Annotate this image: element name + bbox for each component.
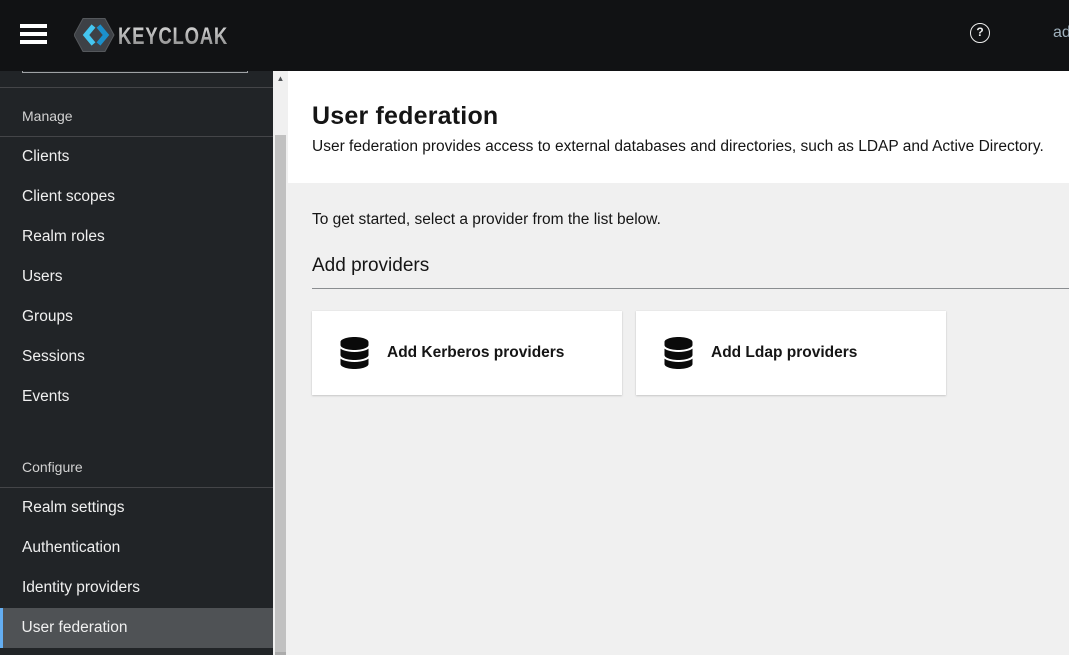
sidebar-item-realm-settings[interactable]: Realm settings [0,488,273,528]
sidebar-item-clients[interactable]: Clients [0,137,273,177]
scrollbar-thumb[interactable] [275,135,286,655]
nav-section-configure: Configure [0,439,273,488]
sidebar-item-authentication[interactable]: Authentication [0,528,273,568]
add-providers-heading: Add providers [312,255,430,276]
provider-cards: Add Kerberos providers Add Ldap provider… [312,311,1069,395]
keycloak-logo[interactable]: KEYCLOAK [74,15,230,55]
nav-section-manage: Manage [0,88,273,137]
sidebar-item-user-federation[interactable]: User federation [0,608,273,648]
help-icon[interactable]: ? [970,23,990,43]
sidebar-item-identity-providers[interactable]: Identity providers [0,568,273,608]
sidebar-item-realm-roles[interactable]: Realm roles [0,217,273,257]
sidebar-item-groups[interactable]: Groups [0,297,273,337]
realm-selector[interactable] [0,71,273,88]
hamburger-menu-icon[interactable] [20,24,47,44]
sidebar-scrollbar[interactable]: ▲ [273,71,288,655]
page-header: User federation User federation provides… [288,71,1069,183]
realm-selector-border [22,71,248,73]
main-content: User federation User federation provides… [288,71,1069,655]
database-icon [340,337,369,369]
add-kerberos-card[interactable]: Add Kerberos providers [312,311,622,395]
page-content: To get started, select a provider from t… [288,183,1069,655]
scroll-up-icon[interactable]: ▲ [273,71,288,87]
sidebar-item-sessions[interactable]: Sessions [0,337,273,377]
database-icon [664,337,693,369]
card-label: Add Kerberos providers [387,344,565,361]
svg-text:KEYCLOAK: KEYCLOAK [118,23,228,50]
card-label: Add Ldap providers [711,344,858,361]
add-ldap-card[interactable]: Add Ldap providers [636,311,946,395]
keycloak-admin-console: KEYCLOAK ? ad Manage Clients Client scop… [0,0,1069,655]
masthead: KEYCLOAK ? ad [0,0,1069,71]
intro-text: To get started, select a provider from t… [312,211,661,228]
page-title: User federation [312,102,499,130]
page-subtitle: User federation provides access to exter… [312,138,1044,155]
sidebar-nav: Manage Clients Client scopes Realm roles… [0,71,273,655]
providers-heading-divider: Add providers [312,255,1069,289]
sidebar-item-users[interactable]: Users [0,257,273,297]
sidebar-item-events[interactable]: Events [0,377,273,417]
user-menu[interactable]: ad [1053,24,1069,42]
sidebar-item-client-scopes[interactable]: Client scopes [0,177,273,217]
